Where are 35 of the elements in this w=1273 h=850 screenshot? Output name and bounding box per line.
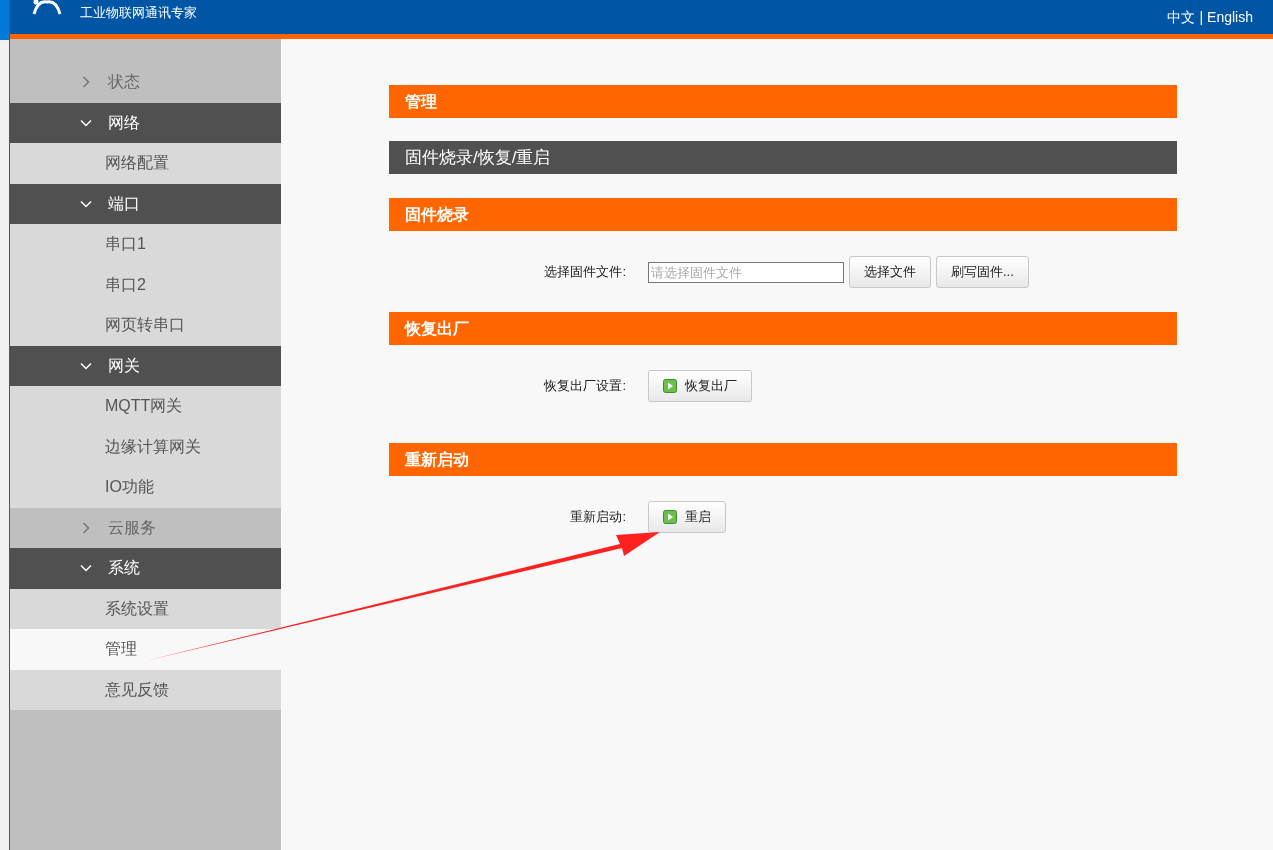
action-button[interactable]: 重启 bbox=[648, 501, 726, 533]
play-icon bbox=[663, 510, 677, 524]
play-icon bbox=[663, 379, 677, 393]
sidebar-item[interactable]: 网络配置 bbox=[10, 143, 281, 184]
language-link[interactable]: English bbox=[1207, 6, 1253, 28]
language-separator: | bbox=[1199, 7, 1204, 27]
choose-file-button[interactable]: 选择文件 bbox=[849, 256, 931, 288]
page-title-bar: 管理 bbox=[389, 85, 1177, 118]
chevron-right-icon bbox=[80, 521, 92, 534]
sidebar-item[interactable]: 串口2 bbox=[10, 264, 281, 305]
section-header-bar: 重新启动 bbox=[389, 443, 1177, 476]
sidebar-item[interactable]: 意见反馈 bbox=[10, 669, 281, 710]
section-header-bar: 固件烧录 bbox=[389, 198, 1177, 231]
section-title-bar: 固件烧录/恢复/重启 bbox=[389, 141, 1177, 174]
sidebar-item[interactable]: 串口1 bbox=[10, 224, 281, 265]
sidebar-item[interactable]: 边缘计算网关 bbox=[10, 426, 281, 467]
field-label: 恢复出厂设置: bbox=[543, 377, 626, 396]
flash-firmware-button[interactable]: 刷写固件... bbox=[936, 256, 1029, 288]
sidebar-item[interactable]: 系统设置 bbox=[10, 588, 281, 629]
language-link[interactable]: 中文 bbox=[1167, 6, 1196, 28]
sidebar-item[interactable]: MQTT网关 bbox=[10, 386, 281, 427]
sidebar-item[interactable]: IO功能 bbox=[10, 467, 281, 508]
sidebar-item[interactable]: 网页转串口 bbox=[10, 305, 281, 346]
field-label: 选择固件文件: bbox=[543, 263, 626, 282]
sidebar-group[interactable]: 端口 bbox=[10, 183, 281, 224]
field-label: 重新启动: bbox=[569, 508, 626, 527]
header-tagline: 工业物联网通讯专家 bbox=[80, 4, 197, 22]
section-header-bar: 恢复出厂 bbox=[389, 312, 1177, 345]
sidebar-item[interactable]: 管理 bbox=[10, 629, 281, 670]
sidebar-group[interactable]: 网络 bbox=[10, 102, 281, 143]
file-path-field[interactable]: 请选择固件文件 bbox=[648, 261, 844, 283]
chevron-right-icon bbox=[80, 76, 92, 89]
action-button[interactable]: 恢复出厂 bbox=[648, 370, 752, 402]
sidebar-group[interactable]: 系统 bbox=[10, 548, 281, 589]
sidebar-group[interactable]: 网关 bbox=[10, 345, 281, 386]
